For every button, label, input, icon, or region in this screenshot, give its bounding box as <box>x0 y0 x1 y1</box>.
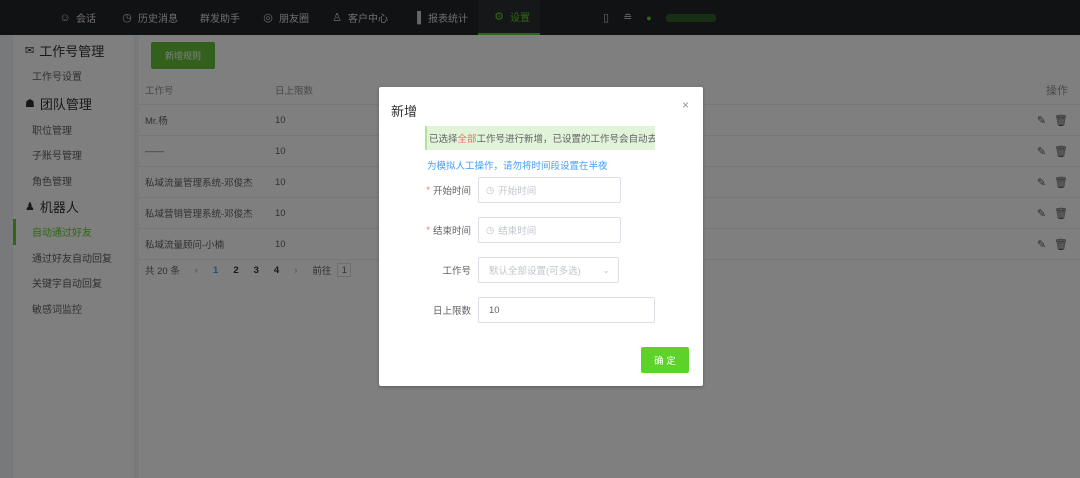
clock-icon: ◷ <box>486 184 495 196</box>
form-row-daily-limit: 日上限数 10 <box>379 297 703 323</box>
form-row-start-time: * 开始时间 ◷ 开始时间 <box>379 177 703 203</box>
end-time-picker[interactable]: ◷ 结束时间 <box>478 217 621 243</box>
start-time-placeholder: 开始时间 <box>498 186 537 197</box>
chevron-down-icon: ⌄ <box>602 265 610 275</box>
clock-icon: ◷ <box>486 224 495 236</box>
end-time-placeholder: 结束时间 <box>498 226 537 237</box>
account-label: 工作号 <box>442 266 471 277</box>
notice-suffix: 工作号进行新增，已设置的工作号会自动去重 <box>476 134 655 145</box>
form-row-account: 工作号 默认全部设置(可多选) ⌄ <box>379 257 703 283</box>
start-time-label: * 开始时间 <box>426 184 471 198</box>
daily-limit-label: 日上限数 <box>432 306 471 317</box>
close-icon[interactable]: × <box>682 98 689 112</box>
end-time-label: * 结束时间 <box>426 224 471 238</box>
add-dialog: 新增 × 已选择 全部 工作号进行新增，已设置的工作号会自动去重 为模拟人工操作，请… <box>379 87 703 386</box>
dialog-title: 新增 <box>391 104 418 119</box>
account-placeholder: 默认全部设置(可多选) <box>489 266 581 277</box>
notice-highlight: 全部 <box>457 134 477 145</box>
confirm-button[interactable]: 确 定 <box>641 347 689 373</box>
notice-prefix: 已选择 <box>429 134 458 145</box>
daily-limit-value: 10 <box>489 304 500 316</box>
dialog-notice: 已选择 全部 工作号进行新增，已设置的工作号会自动去重 <box>425 126 655 150</box>
dialog-hint: 为模拟人工操作，请勿将时间段设置在半夜 <box>427 161 608 172</box>
daily-limit-input[interactable]: 10 <box>478 297 655 323</box>
account-select[interactable]: 默认全部设置(可多选) ⌄ <box>478 257 619 283</box>
start-time-picker[interactable]: ◷ 开始时间 <box>478 177 621 203</box>
form-row-end-time: * 结束时间 ◷ 结束时间 <box>379 217 703 243</box>
